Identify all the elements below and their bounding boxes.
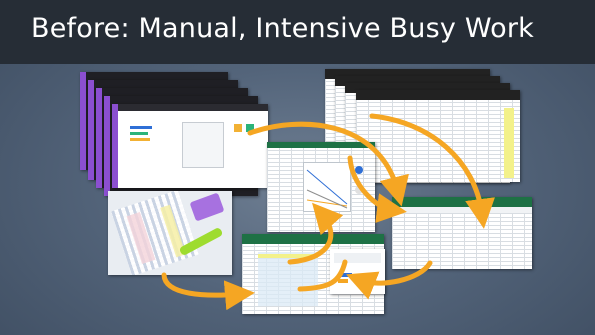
arrow-data-to-report (346, 260, 433, 300)
workflow-arrows (161, 113, 495, 311)
arrow-report-loop (297, 259, 348, 292)
arrow-photo-to-sheet (161, 272, 255, 311)
slide: Before: Manual, Intensive Busy Work (0, 0, 595, 335)
arrow-sheet-to-chart (287, 202, 344, 265)
arrow-app-to-data (247, 121, 409, 207)
